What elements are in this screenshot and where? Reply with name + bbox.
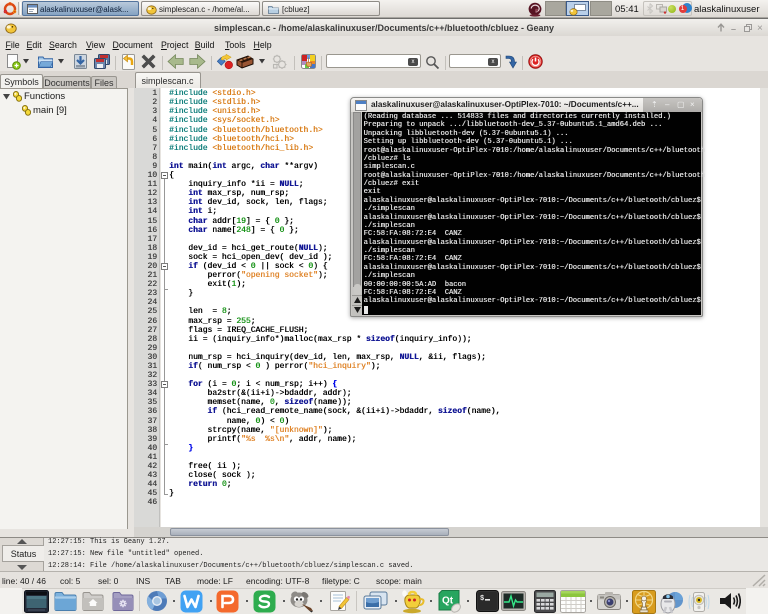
svg-text:Qt: Qt (442, 596, 454, 607)
svg-text:$: $ (480, 595, 484, 603)
